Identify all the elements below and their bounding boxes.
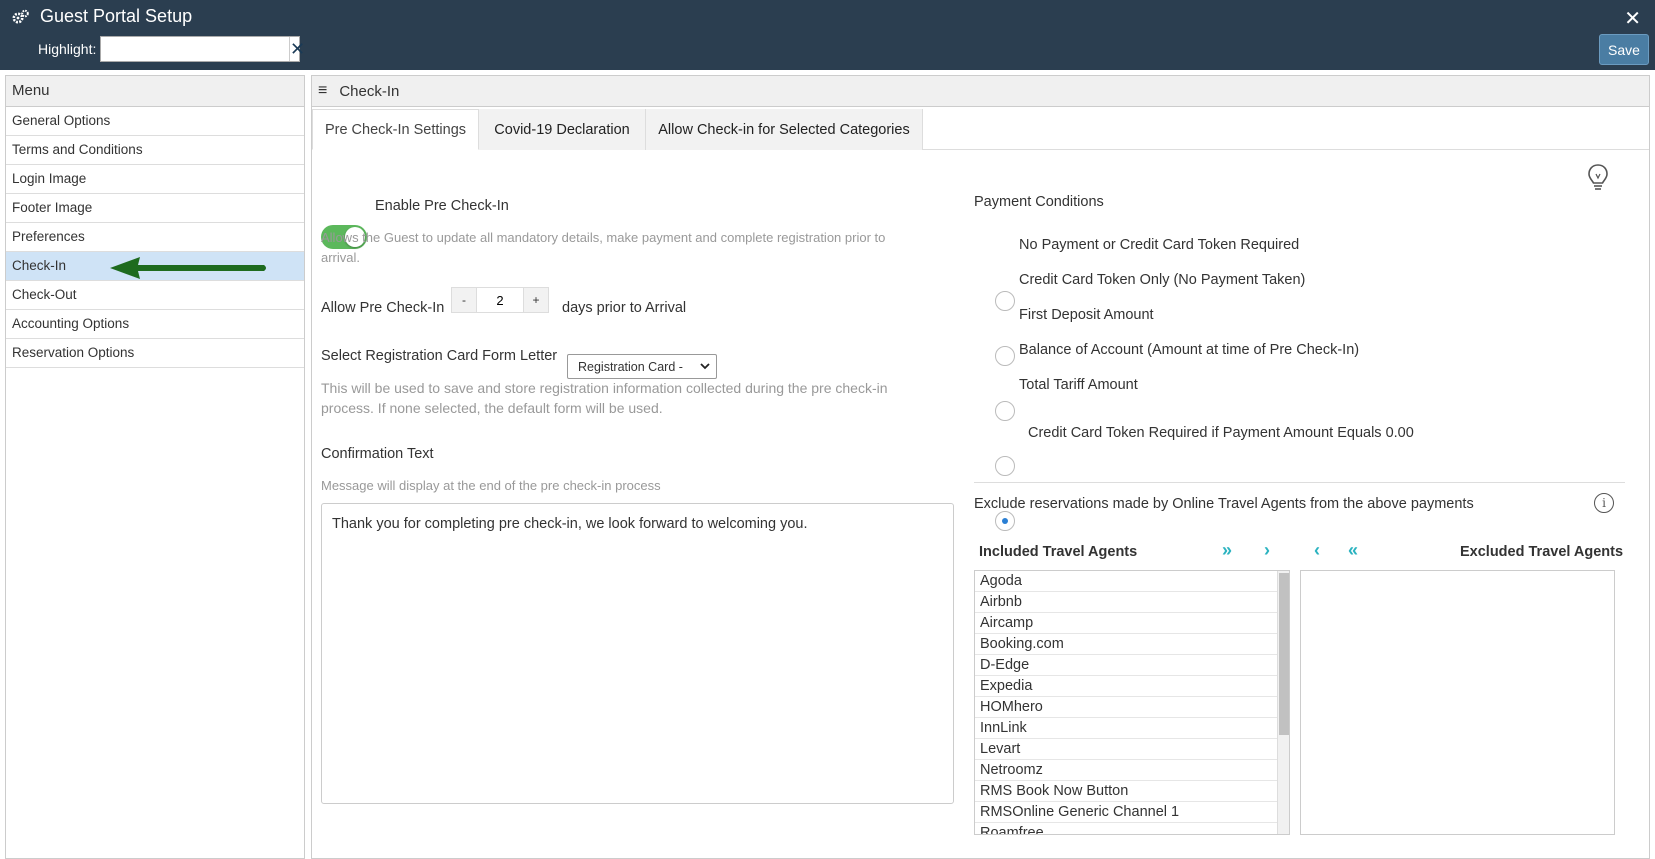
list-item[interactable]: Airbnb bbox=[975, 592, 1289, 613]
tab-bar: Pre Check-In Settings Covid-19 Declarati… bbox=[312, 109, 1649, 150]
list-item[interactable]: D-Edge bbox=[975, 655, 1289, 676]
divider bbox=[974, 482, 1625, 483]
hamburger-icon[interactable]: ≡ bbox=[318, 82, 327, 100]
menu-title: Menu bbox=[6, 76, 304, 107]
highlight-field: ✕ bbox=[100, 36, 305, 62]
radio-card-token-only[interactable] bbox=[995, 346, 1015, 366]
window-title: Guest Portal Setup bbox=[40, 6, 193, 26]
scrollbar-thumb[interactable] bbox=[1279, 573, 1289, 735]
increment-button[interactable]: + bbox=[524, 288, 548, 312]
radio-total-tariff-label: Total Tariff Amount bbox=[1019, 377, 1138, 393]
sidebar-item-accounting-options[interactable]: Accounting Options bbox=[6, 310, 304, 339]
main-panel: ≡ Check-In Pre Check-In Settings Covid-1… bbox=[311, 75, 1650, 859]
days-input[interactable] bbox=[476, 288, 524, 312]
section-header: ≡ Check-In bbox=[312, 76, 1649, 107]
radio-card-token-only-label: Credit Card Token Only (No Payment Taken… bbox=[1019, 272, 1306, 288]
move-all-left-icon[interactable]: « bbox=[1348, 540, 1358, 561]
window-header: Guest Portal Setup ✕ Highlight: ✕ Save bbox=[0, 0, 1655, 70]
radio-first-deposit-label: First Deposit Amount bbox=[1019, 307, 1154, 323]
list-item[interactable]: HOMhero bbox=[975, 697, 1289, 718]
radio-no-payment[interactable] bbox=[995, 291, 1015, 311]
tab-covid-19-declaration[interactable]: Covid-19 Declaration bbox=[479, 109, 646, 150]
days-suffix-label: days prior to Arrival bbox=[562, 300, 687, 316]
list-item[interactable]: InnLink bbox=[975, 718, 1289, 739]
sidebar-item-login-image[interactable]: Login Image bbox=[6, 165, 304, 194]
sidebar-menu: Menu General Options Terms and Condition… bbox=[5, 75, 305, 859]
reg-card-label: Select Registration Card Form Letter bbox=[321, 348, 558, 364]
radio-balance-of-account-label: Balance of Account (Amount at time of Pr… bbox=[1019, 342, 1360, 358]
token-zero-amount-label: Credit Card Token Required if Payment Am… bbox=[1028, 425, 1414, 441]
decrement-button[interactable]: - bbox=[452, 288, 476, 312]
list-item[interactable]: Agoda bbox=[975, 571, 1289, 592]
move-left-icon[interactable]: ‹ bbox=[1314, 540, 1320, 561]
pointer-arrow-icon bbox=[110, 257, 266, 279]
list-scrollbar[interactable] bbox=[1277, 571, 1289, 834]
list-item[interactable]: RMS Book Now Button bbox=[975, 781, 1289, 802]
gears-icon bbox=[12, 9, 29, 23]
list-item[interactable]: RMSOnline Generic Channel 1 bbox=[975, 802, 1289, 823]
chevron-down-icon bbox=[700, 363, 710, 370]
sidebar-item-terms-and-conditions[interactable]: Terms and Conditions bbox=[6, 136, 304, 165]
excluded-agents-list[interactable] bbox=[1300, 570, 1615, 835]
highlight-label: Highlight: bbox=[38, 41, 97, 57]
radio-first-deposit[interactable] bbox=[995, 401, 1015, 421]
list-item[interactable]: Aircamp bbox=[975, 613, 1289, 634]
confirmation-textarea[interactable]: Thank you for completing pre check-in, w… bbox=[321, 503, 954, 804]
included-agents-list: Agoda Airbnb Aircamp Booking.com D-Edge … bbox=[974, 570, 1290, 835]
sidebar-item-general-options[interactable]: General Options bbox=[6, 107, 304, 136]
sidebar-item-footer-image[interactable]: Footer Image bbox=[6, 194, 304, 223]
reg-card-select[interactable]: Registration Card - bbox=[567, 354, 717, 379]
list-item[interactable]: Expedia bbox=[975, 676, 1289, 697]
save-button[interactable]: Save bbox=[1599, 34, 1649, 65]
info-icon[interactable]: i bbox=[1594, 493, 1614, 513]
section-title: Check-In bbox=[339, 82, 400, 100]
move-right-icon[interactable]: › bbox=[1264, 540, 1270, 561]
reg-card-selected: Registration Card - bbox=[578, 359, 683, 374]
title-row: Guest Portal Setup bbox=[12, 6, 192, 27]
list-item[interactable]: Roamfree bbox=[975, 823, 1289, 834]
radio-balance-of-account[interactable] bbox=[995, 456, 1015, 476]
radio-total-tariff[interactable] bbox=[995, 511, 1015, 531]
enable-pre-checkin-label: Enable Pre Check-In bbox=[375, 198, 509, 214]
enable-pre-checkin-help: Allows the Guest to update all mandatory… bbox=[321, 230, 886, 265]
allow-pre-checkin-label: Allow Pre Check-In bbox=[321, 300, 445, 316]
excluded-agents-title: Excluded Travel Agents bbox=[1460, 544, 1624, 560]
included-agents-title: Included Travel Agents bbox=[979, 544, 1138, 560]
list-item[interactable]: Levart bbox=[975, 739, 1289, 760]
sidebar-item-preferences[interactable]: Preferences bbox=[6, 223, 304, 252]
move-all-right-icon[interactable]: » bbox=[1222, 540, 1232, 561]
payment-conditions-title: Payment Conditions bbox=[974, 194, 1104, 210]
tab-allow-checkin-categories[interactable]: Allow Check-in for Selected Categories bbox=[646, 109, 923, 150]
sidebar-item-reservation-options[interactable]: Reservation Options bbox=[6, 339, 304, 368]
tab-pre-checkin-settings[interactable]: Pre Check-In Settings bbox=[312, 109, 479, 150]
days-stepper: - + bbox=[451, 287, 549, 313]
radio-no-payment-label: No Payment or Credit Card Token Required bbox=[1019, 237, 1300, 253]
close-icon[interactable]: ✕ bbox=[1624, 6, 1641, 31]
lightbulb-icon[interactable] bbox=[1587, 163, 1609, 193]
list-item[interactable]: Booking.com bbox=[975, 634, 1289, 655]
exclude-ota-label: Exclude reservations made by Online Trav… bbox=[974, 496, 1474, 512]
highlight-input[interactable] bbox=[101, 37, 289, 61]
confirmation-label: Confirmation Text bbox=[321, 446, 434, 462]
confirmation-help: Message will display at the end of the p… bbox=[321, 478, 661, 493]
list-item[interactable]: Netroomz bbox=[975, 760, 1289, 781]
clear-highlight-icon[interactable]: ✕ bbox=[289, 37, 305, 61]
reg-card-help: This will be used to save and store regi… bbox=[321, 380, 888, 416]
sidebar-item-check-out[interactable]: Check-Out bbox=[6, 281, 304, 310]
